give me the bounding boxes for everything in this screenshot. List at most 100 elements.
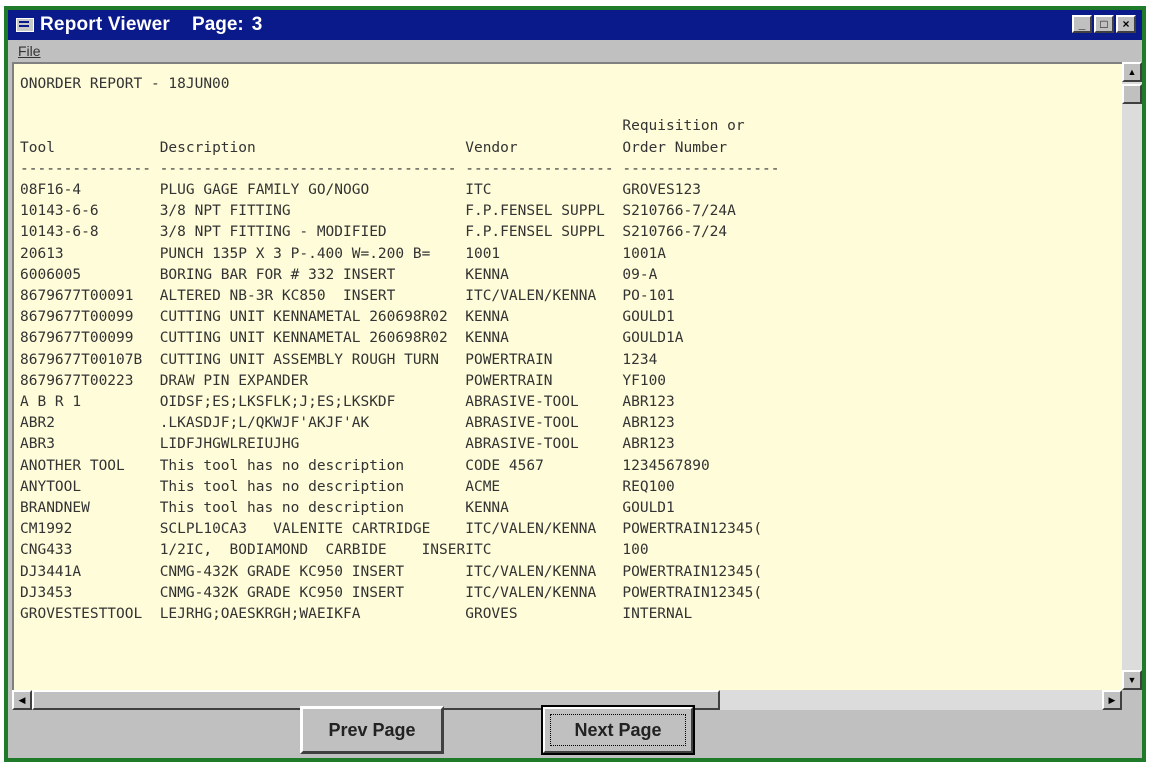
report-heading: ONORDER REPORT - 18JUN00 (20, 76, 230, 92)
cell-tool: BRANDNEW (20, 500, 160, 517)
cell-description: CUTTING UNIT ASSEMBLY ROUGH TURN (159, 351, 466, 368)
scrollbar-corner (1122, 690, 1142, 710)
cell-tool: DJ3441A (20, 563, 160, 580)
cell-order-number: ABR123 (622, 436, 675, 453)
cell-description: SCLPL10CA3 VALENITE CARTRIDGE (159, 521, 466, 538)
cell-description: CUTTING UNIT KENNAMETAL 260698R02 (159, 309, 466, 326)
cell-vendor: ITC/VALEN/KENNA (465, 584, 623, 601)
cell-vendor: F.P.FENSEL SUPPL (465, 224, 623, 241)
cell-tool: 6006005 (20, 266, 160, 283)
table-row: 8679677T00099 CUTTING UNIT KENNAMETAL 26… (20, 330, 683, 346)
table-row: A B R 1 OIDSF;ES;LKSFLK;J;ES;LKSKDF ABRA… (20, 394, 675, 410)
window-controls: _ □ × (1072, 15, 1136, 33)
column-header-requisition-line2: Order Number (622, 139, 728, 156)
cell-tool: CM1992 (20, 521, 160, 538)
cell-order-number: GROVES123 (622, 182, 701, 199)
table-row: 20613 PUNCH 135P X 3 P-.400 W=.200 B= 10… (20, 246, 666, 262)
cell-vendor: CODE 4567 (465, 457, 623, 474)
window-title: Report Viewer (40, 14, 171, 35)
column-header-description: Description (159, 139, 466, 156)
table-row: 8679677T00091 ALTERED NB-3R KC850 INSERT… (20, 288, 675, 304)
cell-tool: A B R 1 (20, 394, 160, 411)
cell-description: OIDSF;ES;LKSFLK;J;ES;LKSKDF (159, 394, 466, 411)
cell-vendor: ITC/VALEN/KENNA (465, 563, 623, 580)
cell-description: This tool has no description (159, 457, 466, 474)
cell-vendor: POWERTRAIN (465, 351, 623, 368)
cell-description: 3/8 NPT FITTING - MODIFIED (159, 224, 466, 241)
cell-description: CNMG-432K GRADE KC950 INSERT (159, 563, 466, 580)
cell-order-number: ABR123 (622, 394, 675, 411)
table-row: ANOTHER TOOL This tool has no descriptio… (20, 458, 710, 474)
table-row: GROVESTESTTOOL LEJRHG;OAESKRGH;WAEIKFA G… (20, 606, 692, 622)
table-row: 10143-6-8 3/8 NPT FITTING - MODIFIED F.P… (20, 224, 727, 240)
menu-bar: File (8, 40, 1142, 62)
cell-tool: 8679677T00223 (20, 372, 160, 389)
cell-tool: CNG433 (20, 542, 160, 559)
cell-description: LEJRHG;OAESKRGH;WAEIKFA (159, 606, 466, 623)
cell-tool: 8679677T00107B (20, 351, 160, 368)
cell-order-number: GOULD1 (622, 500, 675, 517)
cell-tool: ABR2 (20, 415, 160, 432)
table-row: 8679677T00099 CUTTING UNIT KENNAMETAL 26… (20, 309, 675, 325)
cell-order-number: REQ100 (622, 478, 675, 495)
page-label: Page: (192, 14, 244, 35)
cell-vendor: ITC/VALEN/KENNA (465, 288, 623, 305)
report-viewer-window: Report Viewer Page: 3 _ □ × File ONORDER… (4, 6, 1146, 762)
cell-description: ALTERED NB-3R KC850 INSERT (159, 288, 466, 305)
cell-order-number: 1001A (622, 245, 667, 262)
table-row: 8679677T00107B CUTTING UNIT ASSEMBLY ROU… (20, 352, 657, 368)
report-text: ONORDER REPORT - 18JUN00 Requisition or … (14, 64, 1122, 625)
cell-order-number: S210766-7/24 (622, 224, 728, 241)
cell-order-number: POWERTRAIN12345( (622, 563, 763, 580)
next-page-button[interactable]: Next Page (541, 705, 695, 755)
column-header-requisition-line1: Requisition or (622, 118, 745, 135)
table-row: ABR2 .LKASDJF;L/QKWJF'AKJF'AK ABRASIVE-T… (20, 415, 675, 431)
cell-vendor: ABRASIVE-TOOL (465, 415, 623, 432)
page-number: 3 (251, 14, 263, 35)
cell-order-number: 1234 (622, 351, 658, 368)
cell-description: 1/2IC, BODIAMOND CARBIDE INSER (159, 542, 466, 559)
table-row: 10143-6-6 3/8 NPT FITTING F.P.FENSEL SUP… (20, 203, 736, 219)
close-button[interactable]: × (1116, 15, 1136, 33)
cell-order-number: S210766-7/24A (622, 203, 736, 220)
cell-vendor: ITC (465, 182, 623, 199)
report-viewport[interactable]: ONORDER REPORT - 18JUN00 Requisition or … (12, 62, 1122, 690)
cell-order-number: ABR123 (622, 415, 675, 432)
maximize-button[interactable]: □ (1094, 15, 1114, 33)
cell-description: PUNCH 135P X 3 P-.400 W=.200 B= (159, 245, 466, 262)
cell-tool: 20613 (20, 245, 160, 262)
app-icon[interactable] (16, 18, 34, 32)
cell-tool: 10143-6-6 (20, 203, 160, 220)
title-bar[interactable]: Report Viewer Page: 3 _ □ × (8, 10, 1142, 40)
prev-page-button[interactable]: Prev Page (300, 706, 444, 754)
cell-description: DRAW PIN EXPANDER (159, 372, 466, 389)
cell-order-number: YF100 (622, 372, 667, 389)
table-row: 8679677T00223 DRAW PIN EXPANDER POWERTRA… (20, 373, 666, 389)
cell-vendor: ABRASIVE-TOOL (465, 436, 623, 453)
column-header-tool: Tool (20, 139, 160, 156)
cell-description: .LKASDJF;L/QKWJF'AKJF'AK (159, 415, 466, 432)
table-row: 6006005 BORING BAR FOR # 332 INSERT KENN… (20, 267, 657, 283)
cell-vendor: KENNA (465, 500, 623, 517)
scroll-right-arrow-icon[interactable]: ▶ (1102, 690, 1122, 710)
menu-file[interactable]: File (18, 43, 41, 59)
scroll-up-arrow-icon[interactable]: ▲ (1122, 62, 1142, 82)
cell-tool: ABR3 (20, 436, 160, 453)
cell-description: 3/8 NPT FITTING (159, 203, 466, 220)
cell-tool: DJ3453 (20, 584, 160, 601)
table-row: 08F16-4 PLUG GAGE FAMILY GO/NOGO ITC GRO… (20, 182, 701, 198)
report-header-block: Requisition or Tool Description Vendor O… (20, 118, 780, 176)
scroll-down-arrow-icon[interactable]: ▼ (1122, 670, 1142, 690)
vertical-scrollbar[interactable]: ▲ ▼ (1122, 62, 1142, 690)
table-row: DJ3453 CNMG-432K GRADE KC950 INSERT ITC/… (20, 585, 762, 601)
cell-tool: 08F16-4 (20, 182, 160, 199)
header-separator: --------------- ------------------------… (20, 160, 780, 177)
cell-description: This tool has no description (159, 478, 466, 495)
cell-vendor: ITC (465, 542, 623, 559)
cell-description: BORING BAR FOR # 332 INSERT (159, 266, 466, 283)
scroll-left-arrow-icon[interactable]: ◀ (12, 690, 32, 710)
minimize-button[interactable]: _ (1072, 15, 1092, 33)
vertical-scroll-thumb[interactable] (1122, 84, 1142, 104)
table-row: CNG433 1/2IC, BODIAMOND CARBIDE INSERITC… (20, 542, 649, 558)
table-row: DJ3441A CNMG-432K GRADE KC950 INSERT ITC… (20, 564, 762, 580)
